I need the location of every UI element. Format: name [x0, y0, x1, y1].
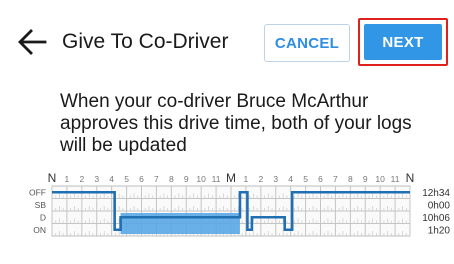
status-label: SB	[35, 200, 47, 210]
message-line-1: When your co-driver Bruce McArthur	[60, 91, 369, 112]
log-graph: N 1 2 3 4 5 6 7 8 9 10 11 M 1 2 3 4 5 6 7 8 9 10 11 NOFFSBDON12h…	[29, 171, 451, 237]
hour-label: 5	[303, 174, 308, 184]
hour-label: 9	[363, 174, 368, 184]
hour-label: 1	[244, 174, 249, 184]
hour-label: 4	[109, 174, 114, 184]
back-button[interactable]	[12, 24, 52, 60]
hour-label: 4	[288, 174, 293, 184]
status-total: 1h20	[428, 225, 451, 236]
arrow-left-icon	[18, 29, 47, 55]
hour-label: 7	[154, 174, 159, 184]
message-line-3: will be updated	[60, 135, 187, 156]
info-message: When your co-driver Bruce McArthur appro…	[60, 91, 440, 157]
hour-label: 3	[94, 174, 99, 184]
hour-label: 5	[124, 174, 129, 184]
status-total: 0h00	[428, 200, 451, 211]
hour-label: 10	[196, 174, 206, 184]
next-button[interactable]: NEXT	[364, 24, 442, 60]
hour-label: 9	[184, 174, 189, 184]
hour-label: 3	[273, 174, 278, 184]
message-line-2: approves this drive time, both of your l…	[60, 113, 412, 134]
hour-label: 6	[318, 174, 323, 184]
hour-label: 11	[391, 174, 400, 184]
hour-label: 11	[212, 174, 221, 184]
hour-label: 7	[333, 174, 338, 184]
status-label: D	[40, 212, 46, 222]
hour-label: 1	[65, 174, 70, 184]
hour-label: 8	[169, 174, 174, 184]
status-label: ON	[33, 225, 46, 235]
hour-label: 6	[139, 174, 144, 184]
page-title: Give To Co-Driver	[62, 30, 229, 53]
status-total: 12h34	[422, 188, 450, 199]
hour-label: 2	[79, 174, 84, 184]
hour-label: N	[406, 171, 415, 185]
status-label: OFF	[29, 187, 46, 197]
hour-label: M	[226, 171, 236, 185]
status-total: 10h06	[422, 213, 450, 224]
cancel-button[interactable]: CANCEL	[264, 24, 350, 62]
header-bar: Give To Co-Driver CANCEL NEXT	[0, 0, 454, 78]
hour-label: N	[48, 171, 57, 185]
hour-label: 2	[258, 174, 263, 184]
hour-label: 8	[348, 174, 353, 184]
hour-label: 10	[375, 174, 385, 184]
